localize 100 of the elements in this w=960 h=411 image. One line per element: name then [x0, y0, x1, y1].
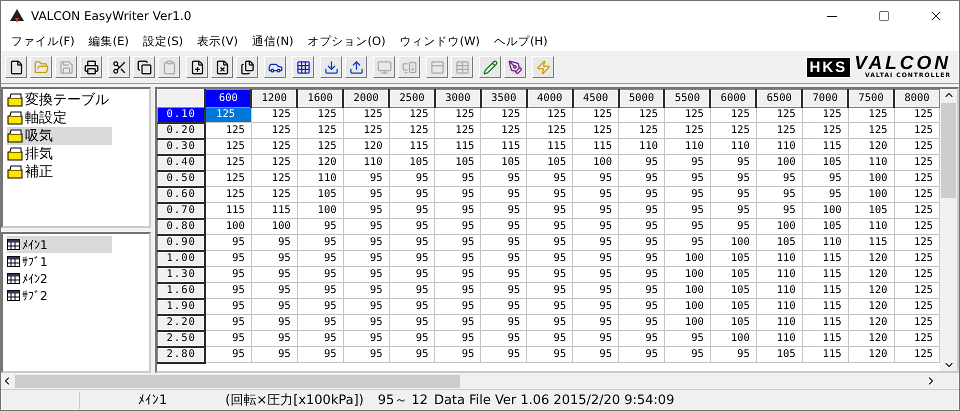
- table-cell[interactable]: 110: [618, 138, 664, 154]
- table-cell[interactable]: 100: [297, 202, 344, 218]
- table-cell[interactable]: 125: [618, 107, 664, 122]
- table-cell[interactable]: 95: [297, 298, 344, 314]
- table-cell[interactable]: 95: [710, 202, 756, 218]
- table-cell[interactable]: 125: [480, 107, 527, 122]
- table-cell[interactable]: 110: [297, 170, 344, 186]
- table-cell[interactable]: 95: [480, 346, 527, 362]
- table-cell[interactable]: 95: [480, 250, 527, 266]
- table-cell[interactable]: 105: [802, 154, 848, 170]
- table-cell[interactable]: 95: [434, 314, 481, 330]
- toolbar-button[interactable]: [236, 56, 258, 78]
- table-cell[interactable]: 95: [251, 298, 298, 314]
- table-cell[interactable]: 125: [756, 107, 802, 122]
- table-cell[interactable]: 95: [205, 346, 252, 362]
- vertical-scrollbar[interactable]: [940, 89, 957, 371]
- map-item[interactable]: ｻﾌﾞ2: [7, 287, 112, 304]
- table-cell[interactable]: 100: [710, 234, 756, 250]
- column-header[interactable]: 4500: [572, 90, 619, 107]
- table-cell[interactable]: 95: [572, 218, 619, 234]
- category-item[interactable]: 補正: [7, 163, 112, 181]
- table-cell[interactable]: 95: [526, 186, 573, 202]
- table-cell[interactable]: 125: [297, 107, 344, 122]
- menu-item[interactable]: 通信(N): [246, 34, 300, 48]
- table-cell[interactable]: 100: [848, 170, 894, 186]
- table-cell[interactable]: 95: [572, 250, 619, 266]
- menu-item[interactable]: ファイル(F): [5, 34, 81, 48]
- column-header[interactable]: 7000: [802, 90, 848, 107]
- table-cell[interactable]: 110: [756, 282, 802, 298]
- column-header[interactable]: 3500: [480, 90, 527, 107]
- table-cell[interactable]: 95: [434, 202, 481, 218]
- table-cell[interactable]: 120: [848, 298, 894, 314]
- table-cell[interactable]: 95: [205, 266, 252, 282]
- table-cell[interactable]: 125: [894, 218, 940, 234]
- table-cell[interactable]: 105: [526, 154, 573, 170]
- table-cell[interactable]: 95: [434, 170, 481, 186]
- table-cell[interactable]: 105: [710, 314, 756, 330]
- table-cell[interactable]: 125: [343, 107, 390, 122]
- table-cell[interactable]: 125: [480, 122, 527, 138]
- table-cell[interactable]: 115: [251, 202, 298, 218]
- table-cell[interactable]: 125: [572, 107, 619, 122]
- table-cell[interactable]: 95: [572, 314, 619, 330]
- table-cell[interactable]: 95: [434, 330, 481, 346]
- table-cell[interactable]: 125: [710, 122, 756, 138]
- table-cell[interactable]: 95: [205, 330, 252, 346]
- table-cell[interactable]: 95: [343, 314, 390, 330]
- table-cell[interactable]: 115: [205, 202, 252, 218]
- table-cell[interactable]: 95: [434, 186, 481, 202]
- row-header[interactable]: 0.10: [158, 107, 206, 122]
- table-cell[interactable]: 95: [343, 266, 390, 282]
- table-cell[interactable]: 125: [894, 250, 940, 266]
- table-cell[interactable]: 95: [618, 266, 664, 282]
- table-cell[interactable]: 95: [480, 186, 527, 202]
- table-cell[interactable]: 95: [802, 186, 848, 202]
- table-cell[interactable]: 95: [389, 250, 435, 266]
- table-cell[interactable]: 115: [802, 266, 848, 282]
- table-cell[interactable]: 125: [572, 122, 619, 138]
- table-cell[interactable]: 95: [572, 266, 619, 282]
- table-cell[interactable]: 95: [618, 282, 664, 298]
- table-cell[interactable]: 125: [526, 122, 573, 138]
- table-cell[interactable]: 125: [297, 138, 344, 154]
- table-cell[interactable]: 125: [848, 107, 894, 122]
- table-cell[interactable]: 115: [848, 234, 894, 250]
- toolbar-button[interactable]: [320, 56, 342, 78]
- table-cell[interactable]: 95: [618, 170, 664, 186]
- table-cell[interactable]: 120: [848, 314, 894, 330]
- table-cell[interactable]: 95: [526, 346, 573, 362]
- table-cell[interactable]: 95: [664, 186, 710, 202]
- table-cell[interactable]: 95: [664, 330, 710, 346]
- table-cell[interactable]: 105: [480, 154, 527, 170]
- table-cell[interactable]: 115: [526, 138, 573, 154]
- table-cell[interactable]: 125: [894, 186, 940, 202]
- table-cell[interactable]: 95: [664, 234, 710, 250]
- table-cell[interactable]: 95: [343, 346, 390, 362]
- table-cell[interactable]: 95: [480, 170, 527, 186]
- table-cell[interactable]: 115: [802, 282, 848, 298]
- table-cell[interactable]: 125: [848, 122, 894, 138]
- table-cell[interactable]: 95: [297, 234, 344, 250]
- table-cell[interactable]: 110: [802, 234, 848, 250]
- column-header[interactable]: 600: [205, 90, 252, 107]
- scroll-thumb[interactable]: [15, 374, 460, 388]
- toolbar-button[interactable]: [292, 56, 314, 78]
- table-cell[interactable]: 125: [894, 298, 940, 314]
- table-cell[interactable]: 95: [756, 202, 802, 218]
- scroll-thumb[interactable]: [941, 103, 956, 198]
- table-cell[interactable]: 105: [756, 346, 802, 362]
- table-cell[interactable]: 115: [802, 330, 848, 346]
- table-cell[interactable]: 100: [664, 282, 710, 298]
- column-header[interactable]: 6000: [710, 90, 756, 107]
- table-cell[interactable]: 105: [710, 250, 756, 266]
- table-cell[interactable]: 95: [572, 298, 619, 314]
- table-cell[interactable]: 95: [480, 330, 527, 346]
- table-cell[interactable]: 95: [389, 282, 435, 298]
- table-cell[interactable]: 95: [434, 266, 481, 282]
- table-cell[interactable]: 125: [894, 234, 940, 250]
- table-cell[interactable]: 110: [756, 298, 802, 314]
- table-cell[interactable]: 95: [343, 250, 390, 266]
- table-cell[interactable]: 95: [618, 186, 664, 202]
- map-item[interactable]: ﾒｲﾝ2: [7, 270, 112, 287]
- table-cell[interactable]: 95: [618, 330, 664, 346]
